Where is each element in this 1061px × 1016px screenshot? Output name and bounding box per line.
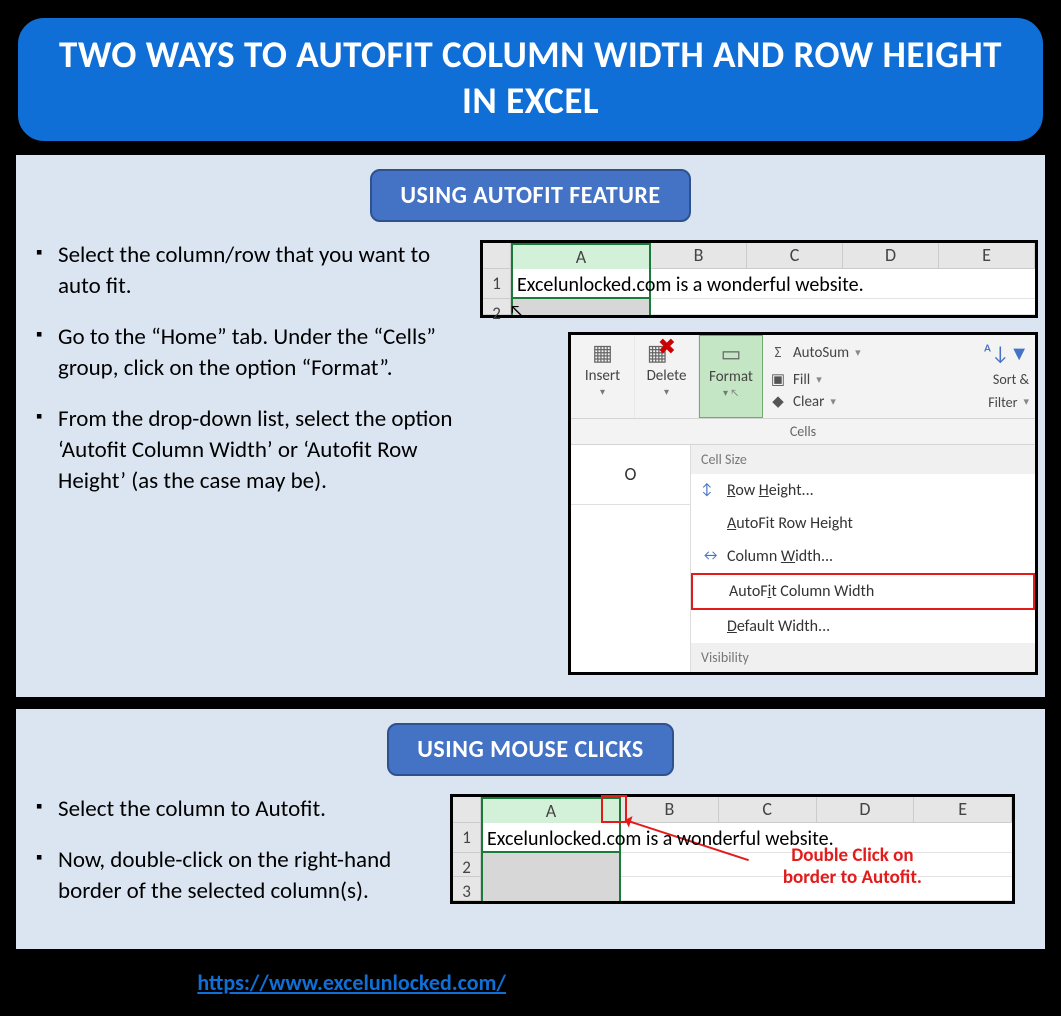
bullet-item: Select the column to Autofit. [34, 794, 434, 825]
callout-line2: border to Autofit. [783, 866, 922, 889]
row-header-1: 1 [483, 269, 511, 299]
infographic-card: TWO WAYS TO AUTOFIT COLUMN WIDTH AND ROW… [4, 4, 1057, 1006]
dropdown-arrow-icon: ▾ [635, 385, 698, 398]
column-width-icon: ↔ [701, 547, 720, 565]
dropdown-arrow-icon: ▾ [571, 385, 634, 398]
main-title: TWO WAYS TO AUTOFIT COLUMN WIDTH AND ROW… [16, 16, 1045, 143]
ribbon-label: Format [700, 368, 762, 386]
column-header-b: B [651, 243, 747, 269]
row-header-3: 3 [453, 877, 481, 901]
column-header-d: D [843, 243, 939, 269]
footer: https://www.excelunlocked.com/ Let’s Unl… [16, 949, 1045, 1016]
cursor-icon: ↖ [509, 297, 525, 325]
bullet-item: Select the column/row that you want to a… [34, 240, 464, 302]
clear-icon: ◆ [769, 391, 787, 414]
sort-filter-icon: ᴬ↓▼ [984, 339, 1029, 369]
menu-column-width: ↔Column Width... [691, 540, 1035, 573]
select-all-corner [483, 243, 511, 269]
row-header-2: 2 [453, 853, 481, 877]
clear-label: Clear [793, 391, 824, 414]
column-header-b: B [621, 797, 719, 823]
format-dropdown-menu: Cell Size ↕Row Height... AutoFit Row Hei… [691, 445, 1035, 672]
dropdown-arrow-icon: ▾ ↖ [700, 386, 762, 399]
row-height-icon: ↕ [701, 481, 713, 499]
section1-bullets: Select the column/row that you want to a… [34, 240, 464, 675]
sortfilter-top: Sort & [993, 369, 1029, 390]
menu-autofit-row-height: AutoFit Row Height [691, 507, 1035, 540]
cell-a1-text: Excelunlocked.com is a wonderful website… [487, 825, 834, 853]
section2-heading: USING MOUSE CLICKS [387, 723, 674, 776]
column-header-c: C [719, 797, 817, 823]
ribbon-label: Delete [635, 367, 698, 385]
section-mouse-clicks: USING MOUSE CLICKS Select the column to … [16, 709, 1045, 949]
cell-a1: Excelunlocked.com is a wonderful website… [481, 823, 621, 853]
ribbon-group-label: Cells [571, 419, 1035, 445]
sortfilter-bot: Filter [988, 392, 1017, 413]
footer-link[interactable]: https://www.excelunlocked.com/ [197, 969, 506, 996]
row-header-1: 1 [453, 823, 481, 853]
bullet-item: From the drop-down list, select the opti… [34, 404, 464, 497]
cell-a3-selected [481, 877, 621, 901]
ribbon-format-button: ▭ Format ▾ ↖ [699, 335, 763, 418]
ribbon-label: Insert [571, 367, 634, 385]
dropdown-section-header: Visibility [691, 643, 1035, 672]
dropdown-section-header: Cell Size [691, 445, 1035, 474]
menu-default-width: Default Width... [691, 610, 1035, 643]
cell-a2-selected [481, 853, 621, 877]
section1-heading: USING AUTOFIT FEATURE [370, 169, 690, 222]
column-header-d: D [817, 797, 915, 823]
column-header-e: E [939, 243, 1035, 269]
ribbon-insert-button: ▦ Insert ▾ [571, 335, 635, 418]
delete-cells-icon: ▦✖ [635, 339, 698, 367]
menu-row-height: ↕Row Height... [691, 474, 1035, 507]
cell-a1: ↖ Excelunlocked.com is a wonderful websi… [511, 269, 651, 299]
bullet-item: Now, double-click on the right-hand bord… [34, 845, 434, 907]
insert-cells-icon: ▦ [571, 339, 634, 367]
worksheet-area: O [571, 445, 691, 672]
column-header-a: A [481, 797, 621, 823]
select-all-corner [453, 797, 481, 823]
ribbon-editing-group: ΣAutoSum▾ ᴬ↓▼ ▣Fill▾ Sort & ◆Clear▾ Filt… [763, 335, 1035, 418]
column-header-e: E [914, 797, 1012, 823]
fill-icon: ▣ [769, 369, 787, 392]
ribbon-delete-button: ▦✖ Delete ▾ [635, 335, 699, 418]
excel-ribbon-format-screenshot: ▦ Insert ▾ ▦✖ Delete ▾ ▭ Format ▾ ↖ [568, 332, 1038, 675]
excel-doubleclick-screenshot: Double Click on border to Autofit. A B C… [450, 794, 1015, 904]
footer-tagline: Let’s Unlock the Power of Excel for You [506, 969, 864, 996]
cell-a1-text: Excelunlocked.com is a wonderful website… [517, 271, 864, 299]
format-cells-icon: ▭ [700, 340, 762, 368]
excel-column-selected-screenshot: A B C D E 1 ↖ Excelunlocked.com is a won… [480, 240, 1038, 318]
column-header-o: O [571, 445, 690, 505]
section-autofit-feature: USING AUTOFIT FEATURE Select the column/… [16, 155, 1045, 697]
column-header-c: C [747, 243, 843, 269]
bullet-item: Go to the “Home” tab. Under the “Cells” … [34, 322, 464, 384]
section2-bullets: Select the column to Autofit. Now, doubl… [34, 794, 434, 927]
cell-a2-selected [511, 299, 651, 315]
row-header-2: 2 [483, 299, 511, 315]
autosum-label: AutoSum [793, 342, 849, 365]
column-header-a: A [511, 243, 651, 269]
menu-autofit-column-width: AutoFit Column Width [691, 573, 1035, 610]
autosum-icon: Σ [769, 342, 787, 365]
fill-label: Fill [793, 369, 810, 392]
